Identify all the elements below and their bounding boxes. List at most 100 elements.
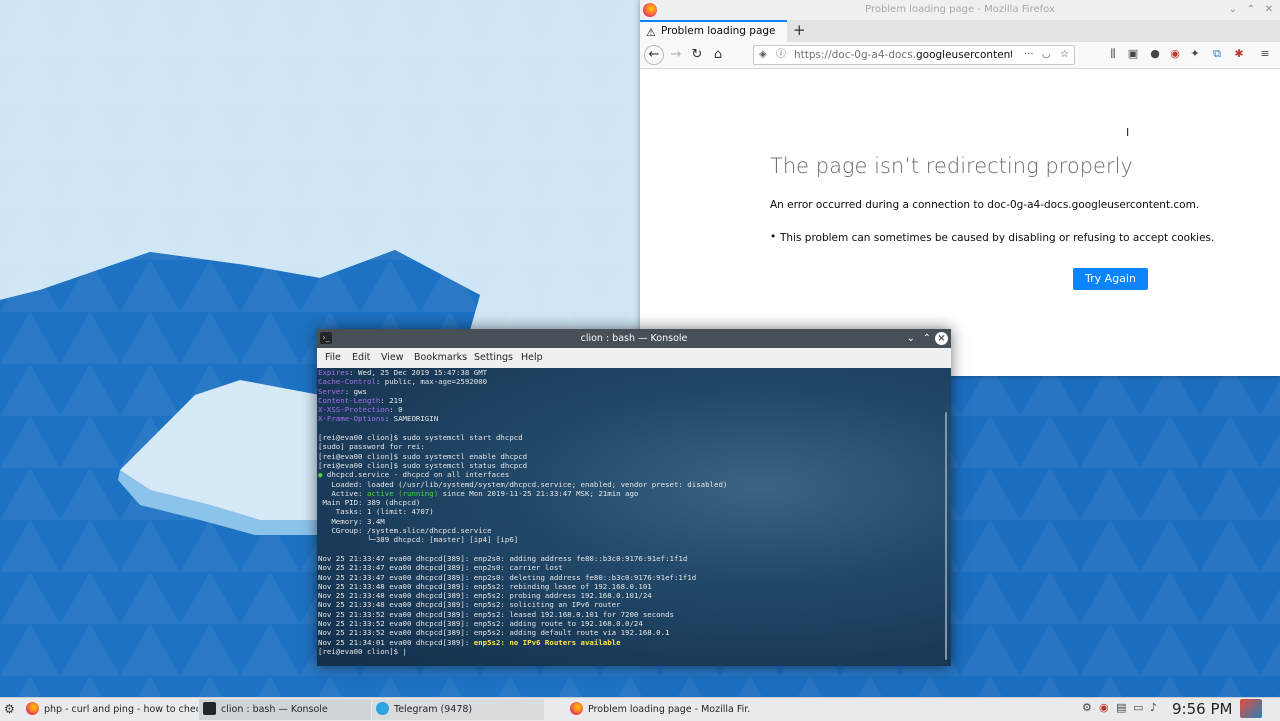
taskbar-item-firefox-php[interactable]: php - curl and ping - how to check ... xyxy=(26,699,198,720)
reload-icon[interactable]: ↻ xyxy=(687,45,707,65)
minimize-icon[interactable]: ⌄ xyxy=(907,329,915,348)
tab-bar: ⚠ Problem loading page + xyxy=(640,20,1280,42)
tray-vpn-icon[interactable]: ◉ xyxy=(1099,701,1109,714)
menu-view[interactable]: View xyxy=(381,348,404,368)
terminal-line: X-Frame-Options: SAMEORIGIN xyxy=(318,414,727,423)
info-icon[interactable]: ⓘ xyxy=(776,46,786,64)
home-icon[interactable]: ⌂ xyxy=(708,45,728,65)
menu-help[interactable]: Help xyxy=(521,348,543,368)
header-key: Content-Length xyxy=(318,395,381,405)
screenshot-icon[interactable]: ⧉ xyxy=(1210,47,1224,61)
terminal-line: Nov 25 21:33:48 eva00 dhcpcd[389]: enp5s… xyxy=(318,582,727,591)
terminal-line: Nov 25 21:33:52 eva00 dhcpcd[389]: enp5s… xyxy=(318,610,727,619)
terminal-line: [sudo] password for rei: xyxy=(318,442,727,451)
tray-settings-icon[interactable]: ⚙ xyxy=(1082,701,1092,714)
line-text: Main PID: 389 (dhcpcd) xyxy=(318,498,421,508)
terminal-line: Tasks: 1 (limit: 4707) xyxy=(318,507,727,516)
menu-edit[interactable]: Edit xyxy=(352,348,370,368)
header-value: : gws xyxy=(344,386,367,396)
terminal-line: Cache-Control: public, max-age=2592000 xyxy=(318,377,727,386)
terminal-line: Nov 25 21:33:52 eva00 dhcpcd[389]: enp5s… xyxy=(318,628,727,637)
sidebar-icon[interactable]: ▣ xyxy=(1126,47,1140,60)
clipboard-icon[interactable]: ▤ xyxy=(1116,701,1126,714)
maximize-icon[interactable]: ⌃ xyxy=(923,329,931,348)
line-text: Loaded: loaded (/usr/lib/systemd/system/… xyxy=(318,479,728,489)
line-text: [rei@eva00 clion]$ sudo systemctl status… xyxy=(318,460,528,470)
close-icon[interactable]: ✕ xyxy=(1262,3,1276,17)
terminal-line: Nov 25 21:34:01 eva00 dhcpcd[389]: enp5s… xyxy=(318,638,727,647)
application-launcher-icon[interactable]: ⚙ xyxy=(4,699,15,720)
terminal-output[interactable]: Expires: Wed, 25 Dec 2019 15:47:38 GMT Ca… xyxy=(317,368,951,666)
error-description: An error occurred during a connection to… xyxy=(770,199,1200,211)
menu-bookmarks[interactable]: Bookmarks xyxy=(414,348,467,368)
menu-icon[interactable]: ≡ xyxy=(1258,47,1272,60)
line-text: [sudo] password for rei: xyxy=(318,442,425,452)
line-text: Memory: 3.4M xyxy=(318,516,385,526)
maximize-icon[interactable]: ⌃ xyxy=(1244,3,1258,17)
device-icon[interactable]: ▭ xyxy=(1133,701,1143,714)
terminal-line: Server: gws xyxy=(318,387,727,396)
tab-problem-loading[interactable]: ⚠ Problem loading page xyxy=(640,20,787,42)
line-text: Nov 25 21:33:48 eva00 dhcpcd[389]: enp5s… xyxy=(318,600,621,610)
page-actions-icon[interactable]: ··· xyxy=(1024,46,1034,64)
line-text: └─389 dhcpcd: [master] [ip4] [ip6] xyxy=(318,535,519,545)
konsole-menubar: File Edit View Bookmarks Settings Help xyxy=(317,348,951,368)
addon-icon[interactable]: ✱ xyxy=(1232,47,1246,60)
tab-label: Problem loading page xyxy=(661,25,776,37)
taskbar-item-konsole[interactable]: clion : bash — Konsole xyxy=(199,699,371,720)
header-value: : SAMEORIGIN xyxy=(384,414,439,424)
terminal-icon: ›_ xyxy=(320,332,332,344)
clock[interactable]: 9:56 PM xyxy=(1172,698,1232,721)
taskbar-item-label: php - curl and ping - how to check ... xyxy=(44,704,198,715)
line-text: Nov 25 21:33:48 eva00 dhcpcd[389]: enp5s… xyxy=(318,591,652,601)
konsole-window-title: clion : bash — Konsole xyxy=(580,333,688,344)
firefox-window: Problem loading page - Mozilla Firefox ⌄… xyxy=(640,0,1280,376)
terminal-line: [rei@eva00 clion]$ sudo systemctl status… xyxy=(318,461,727,470)
library-icon[interactable]: ⫼ xyxy=(1106,47,1120,61)
line-text: Active: xyxy=(318,488,367,498)
close-icon[interactable]: × xyxy=(935,332,948,345)
firefox-window-title: Problem loading page - Mozilla Firefox xyxy=(865,4,1055,15)
account-icon[interactable]: ● xyxy=(1148,47,1162,60)
pocket-icon[interactable]: ◡ xyxy=(1042,46,1051,64)
forward-arrow-icon[interactable]: → xyxy=(666,45,686,65)
taskbar-item-label: Problem loading page - Mozilla Fir... xyxy=(588,704,750,715)
text-cursor-icon: I xyxy=(1126,126,1130,139)
taskbar-item-telegram[interactable]: Telegram (9478) xyxy=(372,699,544,720)
warning-icon: ⚠ xyxy=(646,26,656,39)
terminal-scrollbar[interactable] xyxy=(945,412,947,660)
shield-icon: ◈ xyxy=(759,49,767,60)
warning-text: enp5s2: no IPv6 Routers available xyxy=(473,637,621,647)
header-value: : public, max-age=2592000 xyxy=(375,377,488,387)
new-tab-icon[interactable]: + xyxy=(793,20,806,40)
menu-file[interactable]: File xyxy=(325,348,341,368)
konsole-titlebar[interactable]: ›_ clion : bash — Konsole ⌄ ⌃ × xyxy=(317,329,951,348)
terminal-line: Nov 25 21:33:52 eva00 dhcpcd[389]: enp5s… xyxy=(318,619,727,628)
line-text: CGroup: /system.slice/dhcpcd.service xyxy=(318,526,492,536)
menu-settings[interactable]: Settings xyxy=(474,348,513,368)
line-text: [rei@eva00 clion]$ sudo systemctl enable… xyxy=(318,451,528,461)
bookmark-star-icon[interactable]: ☆ xyxy=(1060,46,1069,64)
line-text: Nov 25 21:33:47 eva00 dhcpcd[389]: enp2s… xyxy=(318,563,563,573)
taskbar-item-label: clion : bash — Konsole xyxy=(221,704,328,715)
terminal-icon xyxy=(203,702,216,715)
volume-icon[interactable]: ♪ xyxy=(1150,701,1157,714)
try-again-button[interactable]: Try Again xyxy=(1073,268,1148,290)
taskbar-item-firefox-error[interactable]: Problem loading page - Mozilla Fir... xyxy=(570,699,750,720)
telegram-icon xyxy=(376,702,389,715)
extension-icon[interactable]: ✦ xyxy=(1188,47,1202,60)
terminal-line: Memory: 3.4M xyxy=(318,517,727,526)
back-arrow-icon[interactable]: ← xyxy=(644,45,664,65)
extension-badge-icon[interactable]: ◉ xyxy=(1168,47,1182,60)
url-bar[interactable]: ◈ ⓘ https://doc-0g-a4-docs.googleusercon… xyxy=(753,45,1075,65)
terminal-line: ● dhcpcd.service - dhcpcd on all interfa… xyxy=(318,470,727,479)
terminal-line: Expires: Wed, 25 Dec 2019 15:47:38 GMT xyxy=(318,368,727,377)
terminal-line: Nov 25 21:33:48 eva00 dhcpcd[389]: enp5s… xyxy=(318,591,727,600)
line-text: Nov 25 21:33:48 eva00 dhcpcd[389]: enp5s… xyxy=(318,581,652,591)
terminal-line: [rei@eva00 clion]$ | xyxy=(318,647,727,656)
terminal-line: X-XSS-Protection: 0 xyxy=(318,405,727,414)
firefox-titlebar[interactable]: Problem loading page - Mozilla Firefox ⌄… xyxy=(640,0,1280,20)
minimize-icon[interactable]: ⌄ xyxy=(1226,3,1240,17)
pager-icon[interactable] xyxy=(1240,699,1262,718)
